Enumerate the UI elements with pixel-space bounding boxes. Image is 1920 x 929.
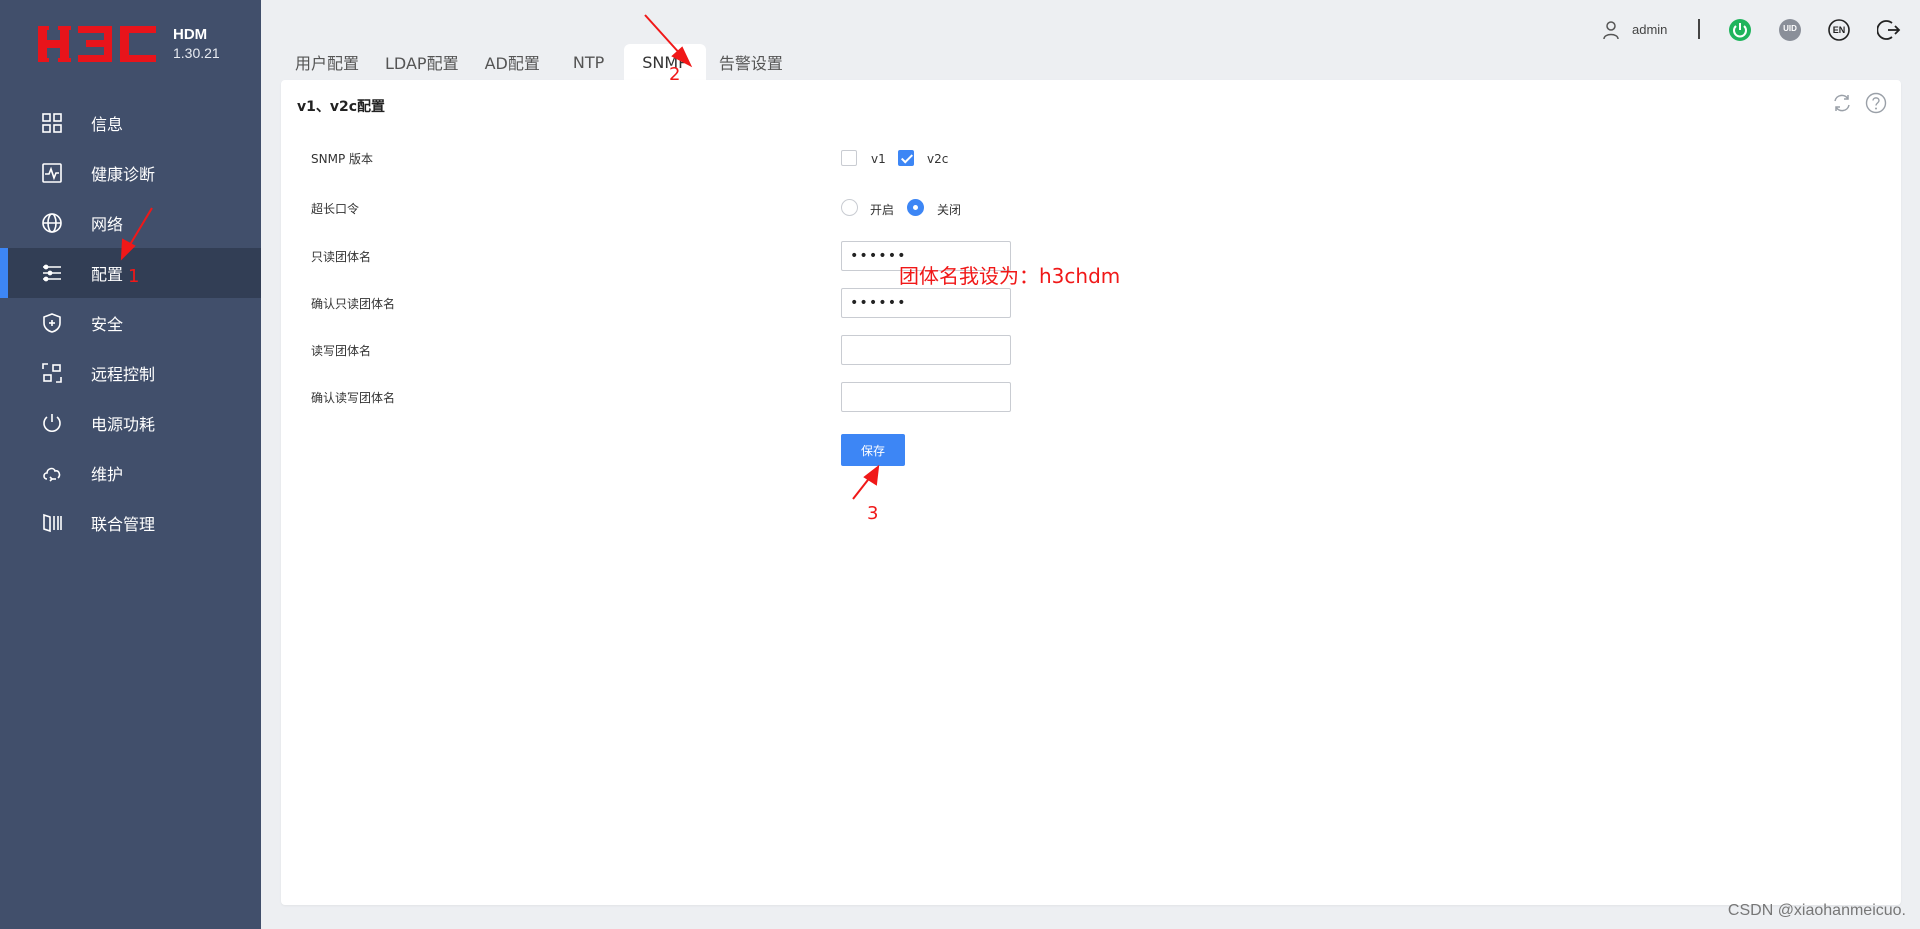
annotation-step-1: 1 [128, 266, 140, 287]
rw-community-label: 读写团体名 [311, 344, 372, 358]
tab-snmp[interactable]: SNMP [624, 44, 706, 80]
sidebar-item-network[interactable]: 网络 [0, 198, 261, 248]
sidebar-item-label: 维护 [91, 465, 124, 484]
snmp-panel: v1、v2c配置 SNMP 版本 v1 v2c 超长口令 开启 关闭 只读团体名… [281, 80, 1901, 905]
rw-confirm-input[interactable] [841, 382, 1011, 412]
config-tabs: 用户配置 LDAP配置 AD配置 NTP SNMP 告警设置 [282, 44, 796, 80]
globe-icon [40, 211, 64, 235]
tab-ntp[interactable]: NTP [553, 44, 624, 80]
sidebar: HDM 1.30.21 信息 健康诊断 网络 配置 安全 远程控制 电源功耗 维… [0, 0, 261, 929]
logout-icon[interactable] [1877, 18, 1901, 42]
v1-label: v1 [871, 152, 886, 166]
sidebar-item-label: 电源功耗 [91, 415, 156, 434]
enable-label: 开启 [870, 203, 895, 217]
tab-user-config[interactable]: 用户配置 [282, 44, 372, 80]
product-name: HDM [173, 26, 208, 43]
ro-confirm-input[interactable]: •••••• [841, 288, 1011, 318]
disable-radio[interactable] [907, 199, 924, 216]
sidebar-item-power[interactable]: 电源功耗 [0, 398, 261, 448]
sidebar-nav: 信息 健康诊断 网络 配置 安全 远程控制 电源功耗 维护 联合管理 [0, 98, 261, 548]
power-status-icon[interactable] [1728, 18, 1752, 42]
v1-checkbox[interactable] [841, 150, 857, 166]
sidebar-item-remote[interactable]: 远程控制 [0, 348, 261, 398]
sidebar-item-health[interactable]: 健康诊断 [0, 148, 261, 198]
refresh-icon[interactable] [1831, 92, 1853, 114]
sliders-icon [40, 261, 64, 285]
language-en-icon[interactable]: EN [1827, 18, 1851, 42]
rw-confirm-label: 确认读写团体名 [311, 391, 396, 405]
rw-community-input[interactable] [841, 335, 1011, 365]
ro-community-label: 只读团体名 [311, 250, 372, 264]
tab-ad-config[interactable]: AD配置 [472, 44, 553, 80]
watermark: CSDN @xiaohanmeicuo. [1727, 902, 1906, 919]
server-rack-icon [40, 511, 64, 535]
annotation-note: 团体名我设为：h3chdm [899, 264, 1121, 288]
remote-icon [40, 361, 64, 385]
sidebar-item-security[interactable]: 安全 [0, 298, 261, 348]
user-icon [1603, 21, 1619, 40]
long-password-label: 超长口令 [311, 202, 360, 216]
uid-icon[interactable]: UID [1778, 18, 1802, 42]
sidebar-item-maintenance[interactable]: 维护 [0, 448, 261, 498]
sidebar-item-federation[interactable]: 联合管理 [0, 498, 261, 548]
tab-alarm-settings[interactable]: 告警设置 [706, 44, 796, 80]
sidebar-item-label: 联合管理 [91, 515, 156, 534]
pulse-icon [40, 161, 64, 185]
topbar-divider [1698, 19, 1700, 39]
sidebar-item-label: 配置 [91, 265, 124, 284]
h3c-logo [38, 26, 156, 62]
language-label: EN [1832, 25, 1846, 35]
sidebar-item-label: 远程控制 [91, 365, 156, 384]
power-icon [40, 411, 64, 435]
sidebar-item-label: 安全 [91, 315, 124, 334]
save-button[interactable]: 保存 [841, 434, 905, 466]
brand-header: HDM 1.30.21 [0, 0, 261, 90]
help-icon[interactable] [1865, 92, 1887, 114]
username[interactable]: admin [1632, 22, 1667, 37]
sidebar-item-label: 网络 [91, 215, 124, 234]
shield-plus-icon [40, 311, 64, 335]
panel-title: v1、v2c配置 [297, 99, 386, 115]
ro-confirm-label: 确认只读团体名 [311, 297, 396, 311]
sidebar-item-info[interactable]: 信息 [0, 98, 261, 148]
disable-label: 关闭 [937, 203, 962, 217]
annotation-step-2: 2 [669, 64, 681, 85]
annotation-step-3: 3 [867, 503, 879, 524]
sidebar-item-label: 健康诊断 [91, 165, 156, 184]
v2c-label: v2c [927, 152, 949, 166]
product-version: 1.30.21 [173, 45, 220, 61]
cloud-sync-icon [40, 461, 64, 485]
snmp-version-label: SNMP 版本 [311, 152, 373, 166]
uid-label: UID [1783, 24, 1797, 33]
enable-radio[interactable] [841, 199, 858, 216]
v2c-checkbox[interactable] [898, 150, 914, 166]
tab-ldap-config[interactable]: LDAP配置 [372, 44, 472, 80]
sidebar-item-label: 信息 [91, 115, 124, 134]
grid-icon [40, 111, 64, 135]
